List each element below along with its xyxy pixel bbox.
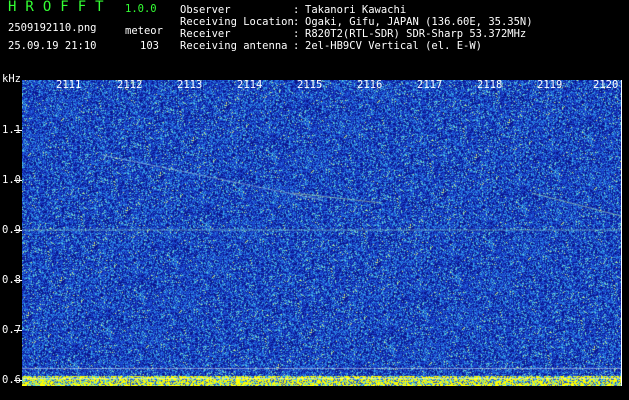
image-filename: 2509192110.png — [8, 22, 97, 34]
antenna-label: Receiving antenna — [180, 40, 288, 52]
observation-datetime: 25.09.19 21:10 — [8, 40, 97, 52]
antenna-value: 2el-HB9CV Vertical (el. E-W) — [305, 40, 483, 52]
location-value: Ogaki, Gifu, JAPAN (136.60E, 35.35N) — [305, 16, 533, 28]
x-tick-2114: 2114 — [237, 79, 263, 91]
colon: : — [293, 4, 300, 16]
x-tick-2113: 2113 — [177, 79, 203, 91]
receiver-label: Receiver — [180, 28, 231, 40]
x-tick-2117: 2117 — [417, 79, 443, 91]
x-tick-2112: 2112 — [117, 79, 143, 91]
spectrogram-plot — [22, 80, 621, 386]
x-tick-2115: 2115 — [297, 79, 323, 91]
y-tick-mark — [14, 380, 22, 381]
x-tick-2118: 2118 — [477, 79, 503, 91]
observer-label: Observer — [180, 4, 231, 16]
plot-right-border — [621, 80, 622, 386]
colon: : — [293, 28, 300, 40]
y-tick-mark — [14, 230, 22, 231]
observation-type: meteor — [125, 25, 163, 37]
x-tick-2116: 2116 — [357, 79, 383, 91]
y-tick-mark — [14, 180, 22, 181]
x-tick-2119: 2119 — [537, 79, 563, 91]
colon: : — [293, 40, 300, 52]
y-tick-mark — [14, 130, 22, 131]
receiver-value: R820T2(RTL-SDR) SDR-Sharp 53.372MHz — [305, 28, 527, 40]
y-tick-mark — [14, 280, 22, 281]
y-tick-mark — [14, 330, 22, 331]
meteor-count: 103 — [140, 40, 159, 52]
frequency-unit-label: kHz — [2, 73, 21, 85]
app-version: 1.0.0 — [125, 3, 157, 15]
colon: : — [293, 16, 300, 28]
x-tick-2120: 2120 — [593, 79, 619, 91]
location-label: Receiving Location — [180, 16, 294, 28]
x-tick-2111: 2111 — [56, 79, 82, 91]
observer-value: Takanori Kawachi — [305, 4, 407, 16]
app-title: HROFFT — [8, 0, 113, 15]
